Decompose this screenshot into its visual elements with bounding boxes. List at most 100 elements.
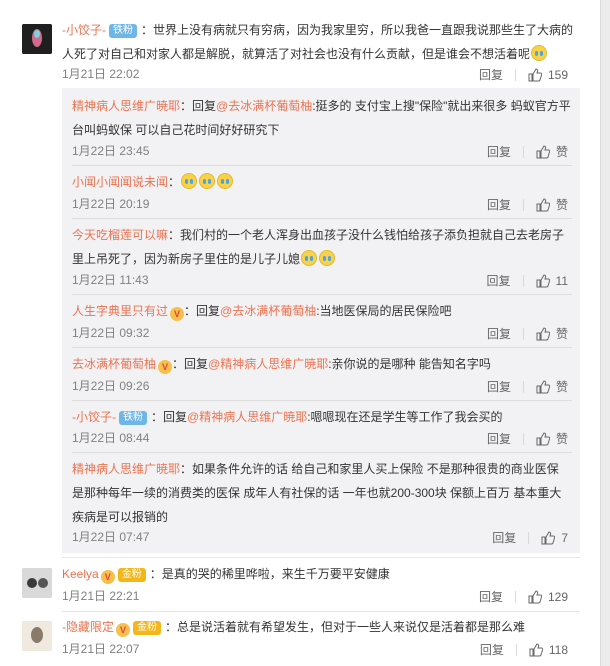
divider bbox=[522, 198, 524, 211]
divider bbox=[72, 452, 572, 453]
comment-actions: 回复 118 bbox=[480, 639, 568, 659]
avatar-image-icon bbox=[22, 24, 52, 54]
reply-button[interactable]: 回复 bbox=[487, 195, 511, 215]
comment-time: 1月21日 22:21 bbox=[62, 589, 140, 603]
avatar[interactable] bbox=[22, 24, 52, 54]
thumb-up-icon bbox=[536, 145, 550, 159]
divider bbox=[62, 557, 580, 558]
like-button[interactable]: 7 bbox=[541, 528, 568, 548]
like-count: 129 bbox=[547, 589, 568, 604]
like-button[interactable]: 118 bbox=[529, 640, 568, 660]
reply-username[interactable]: 小闻小闻闻说未闻 bbox=[72, 175, 168, 189]
avatar[interactable] bbox=[22, 568, 52, 598]
like-count: 赞 bbox=[555, 326, 568, 341]
reply-button[interactable]: 回复 bbox=[480, 640, 504, 660]
reply-button[interactable]: 回复 bbox=[487, 142, 511, 162]
window-edge bbox=[600, 0, 610, 666]
reply-button[interactable]: 回复 bbox=[479, 65, 503, 85]
divider bbox=[72, 400, 572, 401]
reply-username[interactable]: 精神病人思维广暁耶 bbox=[72, 99, 180, 113]
like-button[interactable]: 129 bbox=[528, 587, 568, 607]
like-button[interactable]: 赞 bbox=[536, 377, 568, 397]
reply-word: ：回复 bbox=[180, 99, 217, 113]
reply-username[interactable]: 去冰满杯葡萄柚 bbox=[72, 357, 156, 371]
reply-mention[interactable]: @去冰满杯葡萄柚 bbox=[216, 99, 312, 113]
fan-badge: 铁粉 bbox=[109, 24, 137, 38]
like-button[interactable]: 赞 bbox=[536, 324, 568, 344]
cry-emoji-icon bbox=[217, 173, 234, 189]
reply-username[interactable]: -小饺子- bbox=[72, 410, 116, 424]
divider bbox=[72, 165, 572, 166]
reply-text: :嗯嗯现在还是学生等工作了我会买的 bbox=[307, 410, 503, 424]
like-count: 7 bbox=[561, 530, 568, 545]
divider bbox=[528, 531, 530, 544]
comment-username[interactable]: -隐藏限定 bbox=[62, 620, 114, 634]
thumb-up-icon bbox=[529, 643, 543, 657]
reply-actions: 回复 7 bbox=[492, 527, 568, 547]
divider bbox=[72, 347, 572, 348]
thumb-up-icon bbox=[536, 198, 550, 212]
reply-button[interactable]: 回复 bbox=[487, 271, 511, 291]
like-button[interactable]: 159 bbox=[528, 65, 568, 85]
reply-time: 1月22日 09:26 bbox=[72, 379, 150, 393]
reply-mention[interactable]: @精神病人思维广暁耶 bbox=[208, 357, 328, 371]
cry-emoji-icon bbox=[319, 250, 336, 266]
reply-item: 精神病人思维广暁耶：如果条件允许的话 给自己和家里人买上保险 不是那种很贵的商业… bbox=[72, 457, 572, 529]
reply-text: :亲你说的是哪种 能告知名字吗 bbox=[328, 357, 491, 371]
like-count: 11 bbox=[555, 273, 568, 288]
vip-icon: V bbox=[100, 570, 115, 584]
reply-actions: 回复 11 bbox=[487, 270, 568, 290]
divider bbox=[522, 432, 524, 445]
avatar[interactable] bbox=[22, 621, 52, 651]
reply-button[interactable]: 回复 bbox=[492, 528, 516, 548]
reply-username[interactable]: 人生字典里只有过 bbox=[72, 304, 168, 318]
reply-button[interactable]: 回复 bbox=[487, 429, 511, 449]
divider bbox=[514, 590, 516, 603]
reply-word: ：回复 bbox=[172, 357, 209, 371]
reply-mention[interactable]: @精神病人思维广暁耶 bbox=[187, 410, 307, 424]
divider bbox=[522, 145, 524, 158]
reply-button[interactable]: 回复 bbox=[487, 324, 511, 344]
like-button[interactable]: 赞 bbox=[536, 142, 568, 162]
divider bbox=[515, 643, 517, 656]
reply-actions: 回复 赞 bbox=[487, 428, 568, 448]
like-button[interactable]: 11 bbox=[536, 271, 568, 291]
comment-text: ：是真的哭的稀里哗啦，来生千万要平安健康 bbox=[149, 567, 390, 581]
comment-body: -隐藏限定 V 金粉 ：总是说活着就有希望发生，但对于一些人来说仅是活着都是那么难 bbox=[62, 615, 580, 639]
like-button[interactable]: 赞 bbox=[536, 195, 568, 215]
vip-icon: V bbox=[158, 360, 173, 374]
reply-item: 去冰满杯葡萄柚 V ：回复@精神病人思维广暁耶:亲你说的是哪种 能告知名字吗 bbox=[72, 352, 572, 376]
reply-username[interactable]: 今天吃榴莲可以嘛 bbox=[72, 228, 168, 242]
reply-item: -小饺子- 铁粉 ：回复@精神病人思维广暁耶:嗯嗯现在还是学生等工作了我会买的 bbox=[72, 405, 572, 429]
like-count: 118 bbox=[548, 642, 568, 657]
thumb-up-icon bbox=[536, 274, 550, 288]
comment-username[interactable]: Keelya bbox=[62, 567, 99, 581]
like-button[interactable]: 赞 bbox=[536, 429, 568, 449]
reply-button[interactable]: 回复 bbox=[479, 587, 503, 607]
reply-mention[interactable]: @去冰满杯葡萄柚 bbox=[220, 304, 316, 318]
like-count: 159 bbox=[547, 67, 568, 82]
divider bbox=[62, 611, 580, 612]
reply-word: ： bbox=[180, 462, 193, 476]
vip-icon: V bbox=[170, 307, 185, 321]
reply-time: 1月22日 23:45 bbox=[72, 144, 150, 158]
like-count: 赞 bbox=[555, 144, 568, 159]
reply-item: 人生字典里只有过 V ：回复@去冰满杯葡萄柚:当地医保局的居民保险吧 bbox=[72, 299, 572, 323]
reply-time: 1月22日 08:44 bbox=[72, 431, 150, 445]
reply-button[interactable]: 回复 bbox=[487, 377, 511, 397]
reply-time: 1月22日 20:19 bbox=[72, 197, 150, 211]
divider bbox=[522, 274, 524, 287]
avatar-image-icon bbox=[22, 568, 52, 598]
reply-word: ： bbox=[168, 175, 181, 189]
like-count: 赞 bbox=[555, 197, 568, 212]
reply-item: 小闻小闻闻说未闻： bbox=[72, 170, 572, 194]
avatar-image-icon bbox=[22, 621, 52, 651]
divider bbox=[514, 68, 516, 81]
comment-username[interactable]: -小饺子- bbox=[62, 23, 106, 37]
reply-username[interactable]: 精神病人思维广暁耶 bbox=[72, 462, 180, 476]
fan-badge: 金粉 bbox=[117, 568, 146, 582]
comment-text: ：总是说活着就有希望发生，但对于一些人来说仅是活着都是那么难 bbox=[165, 620, 526, 634]
reply-word: ：回复 bbox=[151, 410, 188, 424]
comment-actions: 回复 159 bbox=[479, 64, 568, 84]
comment-actions: 回复 129 bbox=[479, 586, 568, 606]
